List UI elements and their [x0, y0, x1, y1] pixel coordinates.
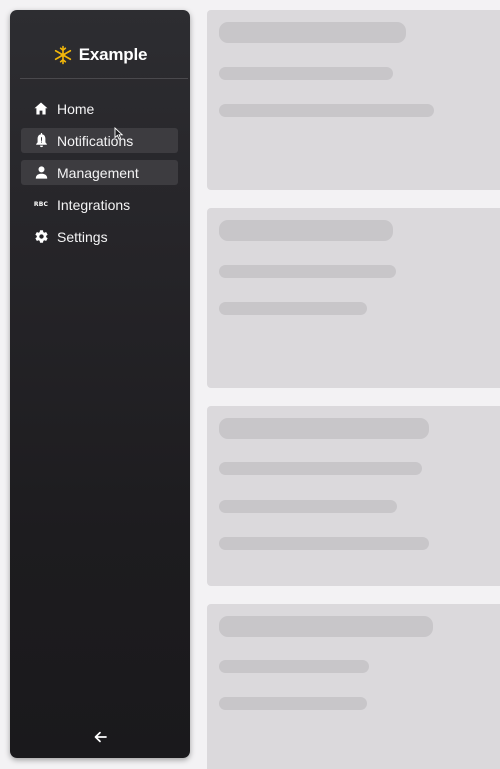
- abc-icon-text: RBC: [33, 201, 49, 208]
- nav-item-management[interactable]: Management: [21, 160, 178, 185]
- brand-name: Example: [78, 45, 148, 64]
- sidebar-divider: [20, 78, 188, 79]
- skeleton-title-bar: [219, 418, 429, 439]
- skeleton-title-bar: [219, 220, 393, 241]
- nav-label-integrations: Integrations: [57, 196, 131, 213]
- skeleton-line-bar: [219, 660, 369, 673]
- abc-icon: RBC: [33, 197, 49, 213]
- home-icon: [33, 101, 49, 117]
- brand[interactable]: Example: [10, 43, 190, 67]
- nav-item-notifications[interactable]: Notifications: [21, 128, 178, 153]
- skeleton-line-bar: [219, 697, 367, 710]
- gear-icon: [33, 229, 49, 245]
- skeleton-line-bar: [219, 104, 434, 117]
- skeleton-title-bar: [219, 616, 433, 637]
- nav-list: Home Notifications Management RBC Integr…: [21, 96, 178, 256]
- skeleton-line-bar: [219, 537, 429, 550]
- skeleton-card: [207, 406, 500, 586]
- skeleton-title-bar: [219, 22, 406, 43]
- nav-item-settings[interactable]: Settings: [21, 224, 178, 249]
- snowflake-logo-icon: [54, 45, 71, 65]
- sidebar: Example Home Notifications Management RB…: [10, 10, 190, 758]
- mouse-cursor-icon: [114, 127, 124, 140]
- skeleton-line-bar: [219, 302, 367, 315]
- app-root: Example Home Notifications Management RB…: [0, 0, 500, 769]
- skeleton-card: [207, 208, 500, 388]
- nav-label-home: Home: [57, 100, 95, 117]
- arrow-left-icon: [94, 731, 107, 743]
- nav-item-home[interactable]: Home: [21, 96, 178, 121]
- nav-item-integrations[interactable]: RBC Integrations: [21, 192, 178, 217]
- bell-icon: [33, 133, 49, 149]
- skeleton-line-bar: [219, 462, 422, 475]
- person-icon: [33, 165, 49, 181]
- nav-label-management: Management: [57, 164, 139, 181]
- collapse-sidebar-button[interactable]: [91, 728, 109, 746]
- skeleton-line-bar: [219, 67, 393, 80]
- skeleton-card: [207, 10, 500, 190]
- skeleton-line-bar: [219, 265, 396, 278]
- skeleton-line-bar: [219, 500, 397, 513]
- nav-label-settings: Settings: [57, 228, 108, 245]
- skeleton-card: [207, 604, 500, 769]
